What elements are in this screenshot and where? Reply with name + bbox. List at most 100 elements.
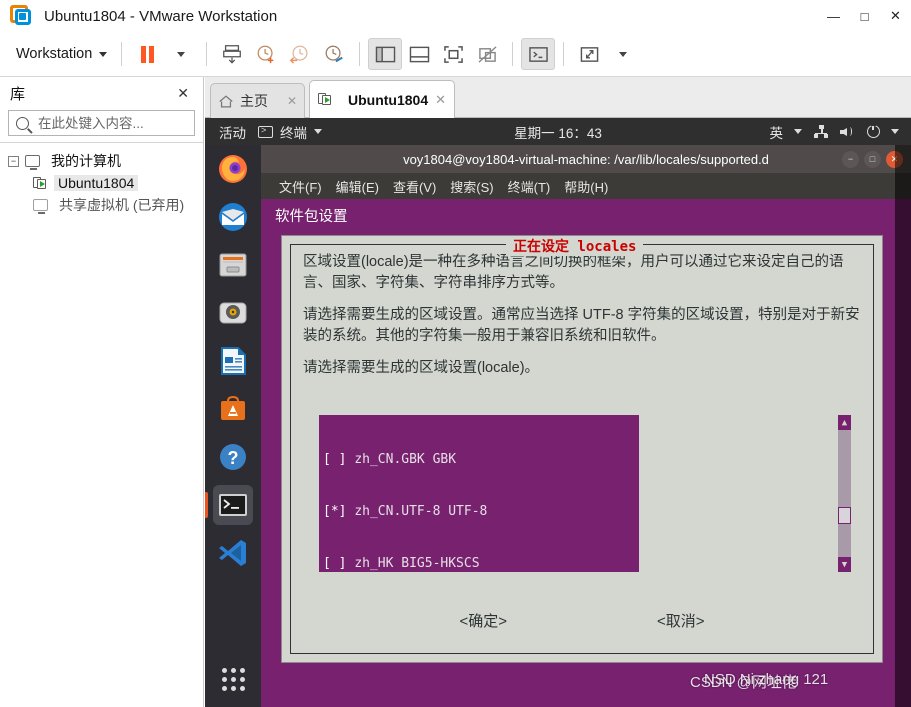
volume-icon[interactable]: [840, 125, 856, 138]
power-icon[interactable]: [867, 122, 880, 138]
toolbar-separator: [359, 42, 361, 66]
suspend-button[interactable]: [130, 38, 164, 70]
files-icon: [219, 253, 247, 277]
tree-item-ubuntu1804[interactable]: Ubuntu1804: [0, 172, 203, 194]
tab-close-icon[interactable]: ✕: [435, 92, 446, 108]
gnome-topbar-right: 英: [770, 122, 899, 142]
tab-close-icon[interactable]: ✕: [287, 94, 297, 108]
scrollbar-thumb[interactable]: [838, 507, 851, 524]
sidebar-panel-icon: [375, 46, 396, 62]
toolbar-separator: [206, 42, 208, 66]
dock-item-vscode[interactable]: [205, 529, 261, 577]
library-close-icon[interactable]: ✕: [173, 85, 193, 102]
locale-item-2[interactable]: [ ] zh_HK BIG5-HKSCS: [323, 555, 639, 572]
activities-button[interactable]: 活动: [219, 122, 246, 142]
dock-item-files[interactable]: [205, 241, 261, 289]
close-button[interactable]: ✕: [880, 0, 911, 32]
workstation-menu-button[interactable]: Workstation: [10, 41, 113, 67]
chevron-down-icon: [177, 51, 186, 57]
cancel-button[interactable]: <取消>: [657, 610, 705, 631]
tab-label: 主页: [240, 93, 268, 109]
dialog-paragraph-2: 请选择需要生成的区域设置。通常应当选择 UTF-8 字符集的区域设置，特别是对于…: [303, 307, 860, 345]
locale-scrollbar[interactable]: ▲ ▼: [838, 415, 851, 572]
dock-item-help[interactable]: ?: [205, 433, 261, 481]
active-app-menu[interactable]: 终端: [258, 122, 322, 142]
locale-listbox[interactable]: [ ] zh_CN.GBK GBK [*] zh_CN.UTF-8 UTF-8 …: [319, 415, 639, 572]
snapshot-manager-button[interactable]: [215, 38, 249, 70]
send-ctrl-alt-del-button[interactable]: [521, 38, 556, 70]
show-library-button[interactable]: [368, 38, 403, 70]
menu-help[interactable]: 帮助(H): [564, 177, 608, 196]
fit-guest-button[interactable]: [572, 38, 606, 70]
tab-ubuntu1804[interactable]: Ubuntu1804 ✕: [309, 80, 455, 118]
terminal-maximize-button[interactable]: □: [864, 150, 881, 168]
manage-snapshots-button[interactable]: [317, 38, 351, 70]
locale-item-1[interactable]: [*] zh_CN.UTF-8 UTF-8: [323, 503, 639, 520]
search-input[interactable]: [36, 114, 217, 132]
network-icon[interactable]: [813, 125, 829, 138]
minimize-button[interactable]: —: [818, 0, 849, 32]
vmware-logo-icon: [10, 5, 32, 27]
terminal-minimize-button[interactable]: −: [842, 150, 859, 168]
enter-fullscreen-button[interactable]: [436, 38, 470, 70]
menu-file[interactable]: 文件(F): [279, 177, 322, 196]
scroll-up-icon[interactable]: ▲: [838, 415, 851, 430]
chevron-down-icon[interactable]: [794, 129, 802, 134]
dock-item-libreoffice-writer[interactable]: [205, 337, 261, 385]
dock-item-terminal[interactable]: [205, 481, 261, 529]
tree-item-my-computer[interactable]: − 我的计算机: [0, 150, 203, 172]
library-tree: − 我的计算机 Ubuntu1804 共享虚拟机 (已弃用): [0, 142, 203, 216]
unity-mode-button[interactable]: [470, 38, 504, 70]
ubuntu-dock: ?: [205, 145, 261, 707]
search-icon: [16, 116, 29, 130]
tab-home[interactable]: 主页 ✕: [210, 83, 305, 118]
ime-indicator[interactable]: 英: [770, 122, 784, 142]
library-search-row: [8, 110, 227, 136]
firefox-icon: [219, 155, 247, 183]
dock-item-thunderbird[interactable]: [205, 193, 261, 241]
revert-snapshot-button[interactable]: [283, 38, 317, 70]
menu-view[interactable]: 查看(V): [393, 177, 436, 196]
scroll-down-icon[interactable]: ▼: [838, 557, 851, 572]
pause-icon: [140, 45, 154, 63]
active-app-label: 终端: [280, 125, 307, 141]
toolbar-separator: [512, 42, 514, 66]
library-sidebar: 库 ✕ − 我的计算机 Ubuntu1804 共享虚拟机 (已弃用): [0, 77, 227, 707]
locale-checkbox[interactable]: [ ]: [323, 556, 346, 571]
take-snapshot-button[interactable]: [249, 38, 283, 70]
tree-item-label: 我的计算机: [51, 153, 121, 169]
fit-guest-dropdown[interactable]: [606, 38, 640, 70]
toolbar-separator: [121, 42, 123, 66]
dialog-inner-frame: 正在设定 locales 区域设置(locale)是一种在多种语言之间切换的框架…: [290, 236, 874, 654]
show-thumbnail-bar-button[interactable]: [402, 38, 436, 70]
console-icon: [529, 46, 548, 62]
fullscreen-icon: [443, 45, 463, 63]
locale-checkbox[interactable]: [ ]: [323, 452, 346, 467]
terminal-icon: [258, 125, 273, 138]
menu-terminal[interactable]: 终端(T): [508, 177, 551, 196]
svg-text:?: ?: [228, 448, 239, 468]
maximize-button[interactable]: □: [849, 0, 880, 32]
chevron-down-icon[interactable]: [891, 129, 899, 134]
window-titlebar: Ubuntu1804 - VMware Workstation — □ ✕: [0, 0, 911, 32]
tree-item-shared-vms[interactable]: 共享虚拟机 (已弃用): [0, 194, 203, 216]
gnome-top-bar: 活动 终端 星期一 16：43 英: [205, 118, 911, 145]
locale-item-0[interactable]: [ ] zh_CN.GBK GBK: [323, 451, 639, 468]
dock-item-ubuntu-software[interactable]: [205, 385, 261, 433]
chevron-down-icon: [314, 129, 322, 134]
expand-arrows-icon: [580, 46, 599, 62]
workstation-menu-label: Workstation: [16, 46, 93, 62]
dock-item-show-applications[interactable]: [205, 655, 261, 703]
package-config-header: 软件包设置: [275, 209, 348, 225]
power-dropdown-button[interactable]: [164, 38, 198, 70]
dock-item-rhythmbox[interactable]: [205, 289, 261, 337]
menu-edit[interactable]: 编辑(E): [336, 177, 379, 196]
ok-button[interactable]: <确定>: [459, 610, 507, 631]
tab-label: Ubuntu1804: [348, 91, 429, 108]
monitor-icon: [25, 155, 40, 170]
dock-item-firefox[interactable]: [205, 145, 261, 193]
locale-checkbox[interactable]: [*]: [323, 504, 346, 519]
menu-search[interactable]: 搜索(S): [450, 177, 493, 196]
collapse-toggle-icon[interactable]: −: [8, 155, 19, 167]
thunderbird-icon: [219, 203, 247, 231]
